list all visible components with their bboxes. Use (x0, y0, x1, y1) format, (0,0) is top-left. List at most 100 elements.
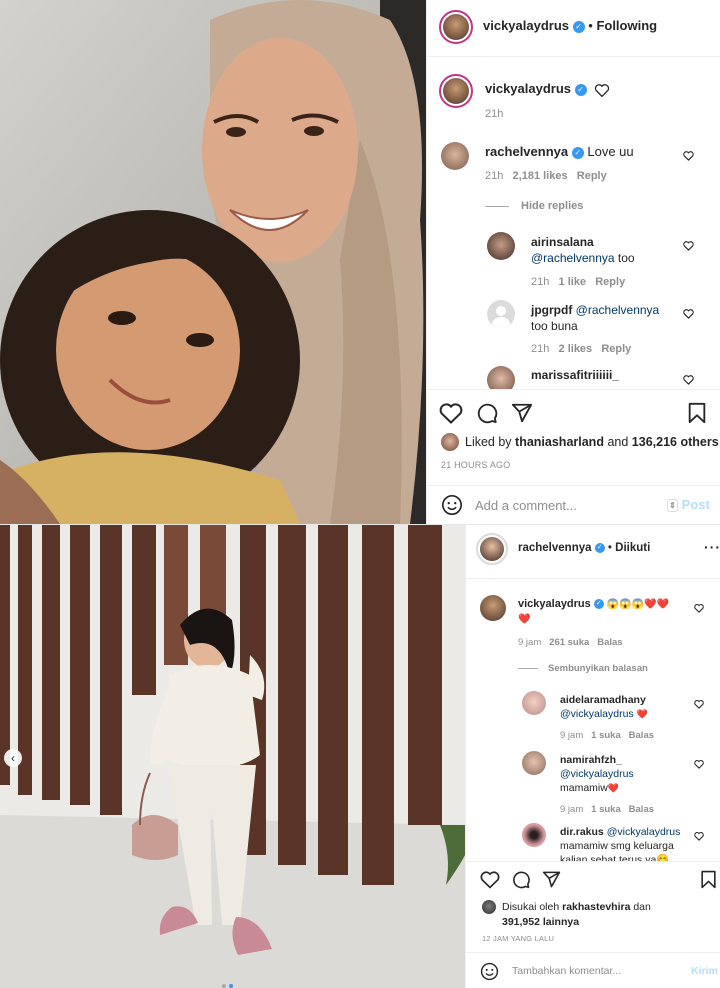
comment-emoji: 😱😱😱❤️❤️ (606, 599, 670, 610)
comment-text: Love uu (587, 144, 634, 159)
follow-status-button[interactable]: Following (596, 18, 657, 33)
comment-icon[interactable] (511, 870, 531, 889)
likes-summary: Liked by thaniasharland and 136,216 othe… (465, 435, 719, 449)
liker-username[interactable]: thaniasharland (515, 435, 604, 449)
reply-username[interactable]: jpgrpdf (531, 303, 572, 317)
carousel-prev-button[interactable]: ‹ (4, 749, 22, 767)
reply-button[interactable]: Reply (601, 343, 631, 355)
comment-username[interactable]: vickyalaydrus (518, 598, 591, 610)
share-icon[interactable] (542, 870, 561, 889)
reply-likes[interactable]: 1 like (559, 276, 587, 288)
reply-button[interactable]: Reply (595, 276, 625, 288)
reply-avatar-default[interactable] (487, 300, 515, 328)
reply-button[interactable]: Reply (577, 170, 607, 182)
post-timestamp[interactable]: 21 HOURS AGO (441, 460, 510, 470)
comment-like-icon[interactable] (683, 150, 694, 161)
emoji-icon[interactable] (441, 494, 463, 516)
send-comment-button[interactable]: Kirim (691, 965, 718, 977)
comment-divider (427, 485, 720, 486)
comment-like-icon[interactable] (694, 603, 704, 613)
reply-username[interactable]: aidelaramadhany (560, 694, 646, 706)
reply-body: marissafitriiiiii_ (531, 368, 619, 382)
liker-username[interactable]: rakhastevhira (562, 901, 630, 913)
comment-input[interactable]: Tambahkan komentar... (512, 965, 621, 977)
caption-avatar[interactable] (439, 74, 473, 108)
comment-body: rachelvennya ✓ Love uu (485, 144, 634, 159)
author-avatar[interactable] (439, 10, 473, 44)
reply-text-line2: kalian sehat terus ya😊 (560, 854, 670, 861)
reply-time: 9 jam (560, 730, 584, 741)
reply-mention[interactable]: @vickyalaydrus (560, 768, 634, 780)
likes-others[interactable]: 391,952 lainnya (502, 916, 579, 928)
caption-time: 21h (485, 108, 504, 120)
reply-avatar[interactable] (522, 691, 546, 715)
comment-meta: 9 jam 261 suka Balas (518, 637, 623, 648)
reply-like-icon[interactable] (694, 831, 704, 841)
reply-likes[interactable]: 1 suka (591, 804, 621, 815)
reply-button[interactable]: Balas (629, 804, 654, 815)
reply-mention[interactable]: @vickyalaydrus (607, 826, 681, 838)
reply-text: too (617, 251, 635, 265)
reply-username[interactable]: airinsalana (531, 235, 594, 249)
verified-badge-icon: ✓ (574, 83, 587, 96)
caption: vickyalaydrus ✓ (485, 81, 610, 97)
comment-username[interactable]: rachelvennya (485, 144, 568, 159)
carousel-dot-active (229, 984, 233, 988)
bookmark-icon[interactable] (700, 870, 717, 889)
liker-avatar[interactable] (441, 433, 459, 451)
caption-username[interactable]: vickyalaydrus (485, 81, 571, 96)
reply-avatar[interactable] (522, 751, 546, 775)
reply-username[interactable]: namirahfzh_ (560, 754, 622, 766)
comment-likes[interactable]: 2,181 likes (513, 170, 568, 182)
top-post: vickyalaydrus ✓ • Following vickyalaydru… (0, 0, 720, 524)
bookmark-icon[interactable] (687, 402, 707, 424)
like-heart-icon[interactable] (439, 402, 463, 424)
header-divider (466, 578, 720, 579)
post-comment-button[interactable]: ⇕ Post (667, 497, 710, 513)
verified-badge-icon: ✓ (594, 542, 605, 553)
photo-illustration (0, 0, 426, 524)
commenter-avatar[interactable] (480, 595, 506, 621)
author-avatar[interactable] (476, 533, 508, 565)
post-photo-woman-standing[interactable]: ‹ (0, 525, 465, 988)
liker-avatar[interactable] (482, 900, 496, 914)
reply-like-icon[interactable] (683, 374, 694, 385)
reply-mention[interactable]: @rachelvennya (531, 251, 615, 265)
reply-like-icon[interactable] (683, 308, 694, 319)
like-heart-icon[interactable] (480, 870, 500, 889)
more-options-icon[interactable]: ··· (704, 539, 720, 555)
emoji-icon[interactable] (480, 962, 499, 981)
reply-button[interactable]: Balas (597, 637, 622, 648)
likes-prefix: Disukai oleh (502, 901, 560, 913)
reply-likes[interactable]: 1 suka (591, 730, 621, 741)
reply-like-icon[interactable] (694, 699, 704, 709)
reply-like-icon[interactable] (683, 240, 694, 251)
reply-likes[interactable]: 2 likes (559, 343, 593, 355)
reply-like-icon[interactable] (694, 759, 704, 769)
reply-mention[interactable]: @rachelvennya (576, 303, 660, 317)
author-username[interactable]: rachelvennya (518, 542, 592, 554)
likes-others[interactable]: 136,216 others (632, 435, 719, 449)
author-username[interactable]: vickyalaydrus (483, 18, 569, 33)
reply-avatar[interactable] (487, 232, 515, 260)
heart-icon[interactable] (594, 83, 610, 97)
commenter-avatar[interactable] (441, 142, 469, 170)
follow-status-button[interactable]: Diikuti (615, 542, 650, 554)
comment-icon[interactable] (475, 402, 499, 424)
post-timestamp[interactable]: 12 JAM YANG LALU (482, 934, 554, 943)
hide-replies-button[interactable]: Hide replies (485, 200, 583, 212)
post-photo-mother-daughter[interactable] (0, 0, 426, 524)
comment-likes[interactable]: 261 suka (549, 637, 589, 648)
reply-username[interactable]: dir.rakus (560, 826, 604, 838)
post-header: rachelvennya ✓ • Diikuti (518, 542, 650, 554)
reply-avatar[interactable] (522, 823, 546, 847)
reply-username[interactable]: marissafitriiiiii_ (531, 368, 619, 382)
reply-button[interactable]: Balas (629, 730, 654, 741)
comment-emoji-line2: ❤️ (518, 614, 531, 625)
post-sidebar: vickyalaydrus ✓ • Following vickyalaydru… (426, 0, 720, 524)
share-icon[interactable] (511, 402, 533, 424)
hide-replies-button[interactable]: Sembunyikan balasan (518, 663, 648, 674)
comment-input[interactable]: Add a comment... (475, 498, 577, 513)
reply-emoji: ❤️ (607, 783, 620, 793)
reply-mention[interactable]: @vickyalaydrus (560, 708, 634, 720)
